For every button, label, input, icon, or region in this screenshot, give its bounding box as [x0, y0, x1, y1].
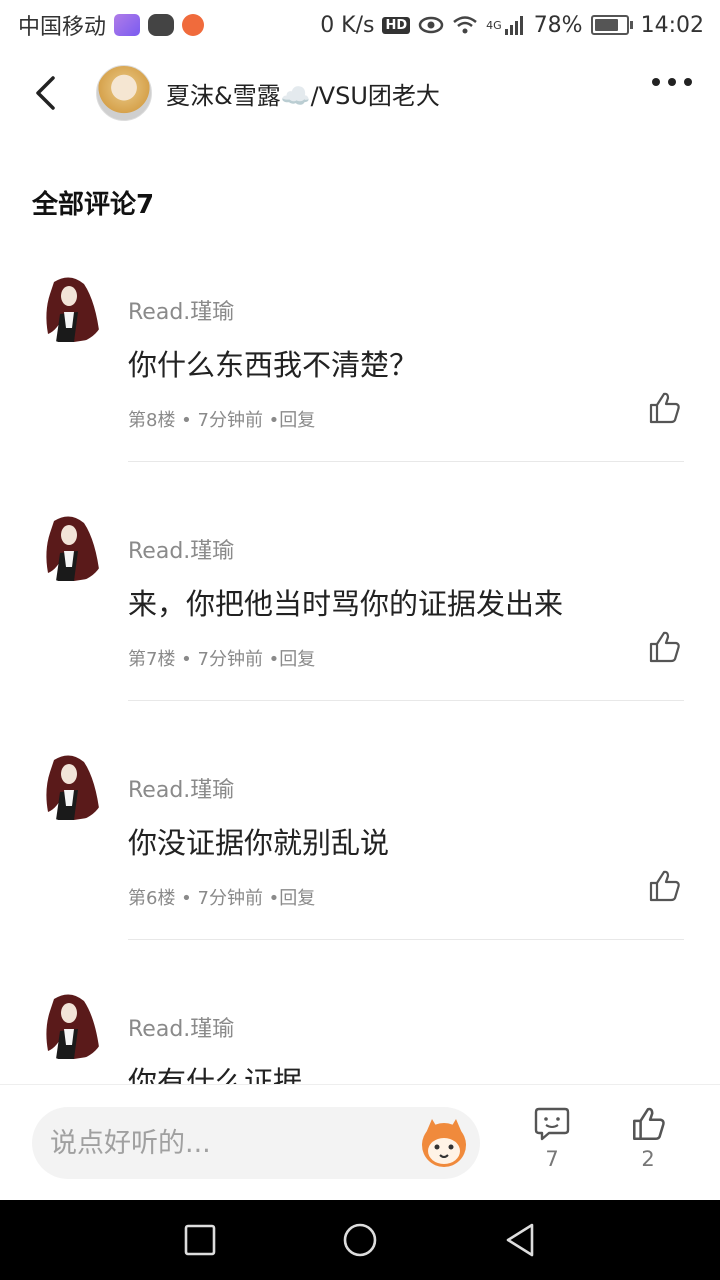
- divider: [128, 939, 684, 940]
- comment-item: Read.瑾瑜 来，你把他当时骂你的证据发出来 第7楼 • 7分钟前 •回复: [0, 479, 720, 718]
- signal-icon: [504, 16, 523, 35]
- wifi-icon: [453, 16, 477, 34]
- thumbs-up-icon[interactable]: [646, 629, 682, 665]
- comment-item: Read.瑾瑜 你没证据你就别乱说 第6楼 • 7分钟前 •回复: [0, 718, 720, 957]
- hd-icon: HD: [382, 16, 411, 34]
- game-controller-icon: [148, 14, 175, 36]
- divider: [128, 461, 684, 462]
- app-notification-icon-2: [182, 14, 205, 36]
- comment-input[interactable]: [50, 1107, 410, 1179]
- status-right: 0 K/s HD 4G 78% 14:02: [320, 13, 704, 38]
- commenter-name[interactable]: Read.瑾瑜: [128, 294, 234, 326]
- thumbs-up-icon: [633, 1107, 665, 1141]
- comment-list[interactable]: Read.瑾瑜 你什么东西我不清楚？ 第8楼 • 7分钟前 •回复 Read.瑾…: [0, 240, 720, 1084]
- network-speed: 0 K/s: [320, 12, 375, 38]
- status-bar: 中国移动 0 K/s HD 4G 78% 14:02: [0, 0, 720, 50]
- more-dots-icon[interactable]: [652, 78, 692, 86]
- commenter-name[interactable]: Read.瑾瑜: [128, 772, 234, 804]
- home-icon[interactable]: [340, 1220, 380, 1260]
- comment-item: Read.瑾瑜 你有什么证据: [0, 957, 720, 1084]
- divider: [128, 700, 684, 701]
- comment-meta[interactable]: 第8楼 • 7分钟前 •回复: [128, 406, 315, 432]
- app-notification-icon: [114, 14, 141, 36]
- like-action[interactable]: 2: [616, 1105, 680, 1185]
- back-arrow-icon: [36, 76, 55, 110]
- bottom-bar: 7 2: [0, 1084, 720, 1200]
- section-title: 全部评论7: [32, 190, 155, 220]
- comment-text: 来，你把他当时骂你的证据发出来: [128, 587, 564, 621]
- comment-count: 7: [545, 1147, 559, 1171]
- carrier-label: 中国移动: [18, 15, 107, 40]
- emoji-sticker-icon[interactable]: [416, 1115, 472, 1171]
- commenter-name[interactable]: Read.瑾瑜: [128, 1011, 234, 1043]
- comment-text: 你有什么证据: [128, 1065, 303, 1084]
- comment-meta[interactable]: 第7楼 • 7分钟前 •回复: [128, 645, 315, 671]
- back-triangle-icon[interactable]: [500, 1220, 540, 1260]
- battery-percent: 78%: [533, 12, 583, 38]
- battery-icon: [590, 15, 633, 35]
- comment-meta[interactable]: 第6楼 • 7分钟前 •回复: [128, 884, 315, 910]
- comment-item: Read.瑾瑜 你什么东西我不清楚？ 第8楼 • 7分钟前 •回复: [0, 240, 720, 479]
- commenter-avatar[interactable]: [34, 272, 106, 344]
- like-count: 2: [641, 1147, 655, 1171]
- status-left: 中国移动: [18, 9, 205, 41]
- commenter-avatar[interactable]: [34, 511, 106, 583]
- thumbs-up-icon[interactable]: [646, 390, 682, 426]
- comment-text: 你什么东西我不清楚？: [128, 348, 419, 382]
- eye-icon: [418, 16, 444, 34]
- comment-text: 你没证据你就别乱说: [128, 826, 390, 860]
- back-button[interactable]: [0, 50, 90, 136]
- comment-action[interactable]: 7: [520, 1105, 584, 1185]
- author-name[interactable]: 夏沫&雪露☁️/VSU团老大: [166, 76, 440, 111]
- network-type: 4G: [486, 18, 502, 32]
- clock: 14:02: [640, 12, 704, 38]
- commenter-avatar[interactable]: [34, 989, 106, 1061]
- thumbs-up-icon[interactable]: [646, 868, 682, 904]
- commenter-name[interactable]: Read.瑾瑜: [128, 533, 234, 565]
- header: 夏沫&雪露☁️/VSU团老大: [0, 50, 720, 136]
- comment-input-box[interactable]: [32, 1107, 480, 1179]
- commenter-avatar[interactable]: [34, 750, 106, 822]
- system-nav-bar: [0, 1200, 720, 1280]
- author-avatar[interactable]: [96, 65, 152, 121]
- comment-bubble-icon: [534, 1107, 570, 1141]
- recent-apps-icon[interactable]: [180, 1220, 220, 1260]
